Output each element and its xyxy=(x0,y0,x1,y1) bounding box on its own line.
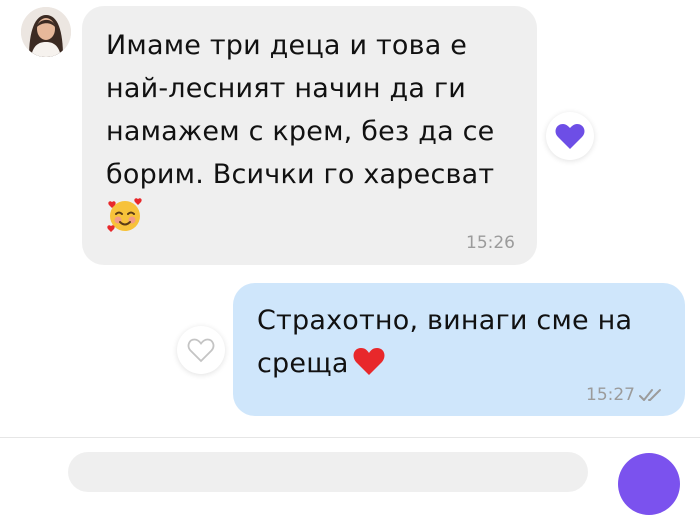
outgoing-message-text: Страхотно, винаги сме на среща xyxy=(257,299,661,389)
incoming-message-time: 15:26 xyxy=(466,233,515,253)
avatar-photo xyxy=(21,7,71,57)
outgoing-message-time: 15:27 xyxy=(586,385,635,405)
contact-avatar[interactable] xyxy=(21,7,71,57)
message-input[interactable] xyxy=(68,452,588,492)
incoming-message-text: Имаме три деца и това е най-лесният начи… xyxy=(106,30,495,190)
purple-heart-icon xyxy=(555,124,585,149)
red-heart-icon xyxy=(353,346,385,389)
composer-divider xyxy=(0,437,700,438)
double-check-icon xyxy=(639,389,661,401)
send-button[interactable] xyxy=(618,453,680,515)
message-reaction-button[interactable] xyxy=(546,112,594,160)
incoming-message-bubble[interactable]: Имаме три деца и това е най-лесният начи… xyxy=(82,6,537,265)
emoji-smiling-face-with-hearts xyxy=(106,196,513,236)
outgoing-message-bubble[interactable]: Страхотно, винаги сме на среща 15:27 xyxy=(233,283,685,416)
outgoing-message-body: Страхотно, винаги сме на среща xyxy=(257,305,633,379)
like-message-button[interactable] xyxy=(177,326,225,374)
smiling-face-with-hearts-icon xyxy=(107,198,142,232)
heart-outline-icon xyxy=(187,338,215,363)
